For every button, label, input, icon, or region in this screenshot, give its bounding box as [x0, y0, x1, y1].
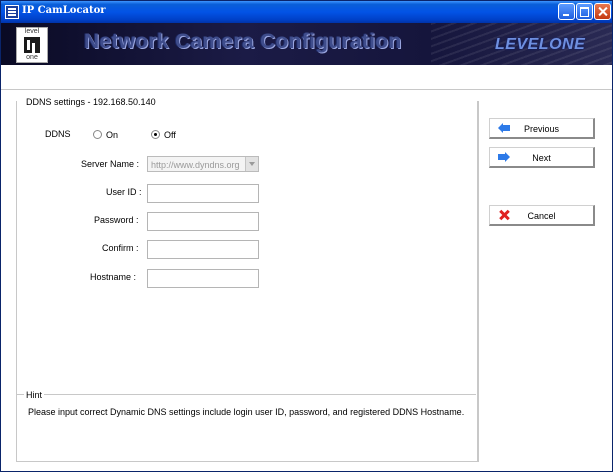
hint-text: Please input correct Dynamic DNS setting…: [28, 407, 465, 417]
logo-mark-icon: [24, 37, 40, 53]
maximize-button[interactable]: [576, 3, 593, 20]
header-banner: level one Network Camera Configuration L…: [1, 23, 612, 65]
app-window: IP CamLocator level one Network Camera C…: [0, 0, 613, 472]
next-button[interactable]: Next: [489, 147, 595, 168]
server-name-select[interactable]: http://www.dyndns.org: [147, 156, 259, 172]
hostname-label: Hostname :: [90, 272, 137, 282]
close-button[interactable]: [594, 3, 611, 20]
previous-button-label: Previous: [523, 124, 559, 134]
cancel-button[interactable]: Cancel: [489, 205, 595, 226]
levelone-logo: level one: [16, 27, 48, 63]
app-menu-icon[interactable]: [5, 5, 19, 19]
confirm-label: Confirm :: [102, 243, 139, 253]
title-bar[interactable]: IP CamLocator: [1, 1, 612, 23]
user-id-label: User ID :: [106, 187, 142, 197]
logo-text-level: level: [24, 28, 40, 35]
user-id-input[interactable]: [147, 184, 259, 203]
header-divider: [1, 89, 612, 90]
hint-title: Hint: [24, 390, 45, 400]
logo-text-one: one: [26, 54, 38, 61]
password-label: Password :: [94, 215, 139, 225]
minimize-button[interactable]: [558, 3, 575, 20]
brand-wordmark: LEVELONE: [495, 36, 586, 53]
next-button-label: Next: [532, 153, 551, 163]
ddns-off-label[interactable]: Off: [164, 130, 176, 140]
chevron-down-icon[interactable]: [245, 157, 258, 171]
server-name-value: http://www.dyndns.org: [151, 160, 240, 170]
server-name-label: Server Name :: [81, 159, 140, 169]
ddns-on-label[interactable]: On: [106, 130, 118, 140]
ddns-group-title: DDNS settings - 192.168.50.140: [24, 97, 158, 107]
banner-title: Network Camera Configuration: [84, 30, 402, 53]
panel-divider: [477, 101, 478, 461]
confirm-password-input[interactable]: [147, 240, 259, 259]
hostname-input[interactable]: [147, 269, 259, 288]
ddns-label: DDNS: [45, 129, 71, 139]
ddns-on-radio[interactable]: [93, 130, 102, 139]
cancel-button-label: Cancel: [527, 211, 556, 221]
window-title: IP CamLocator: [22, 5, 106, 16]
previous-button[interactable]: Previous: [489, 118, 595, 139]
hint-divider: [17, 394, 476, 395]
password-input[interactable]: [147, 212, 259, 231]
ddns-off-radio[interactable]: [151, 130, 160, 139]
